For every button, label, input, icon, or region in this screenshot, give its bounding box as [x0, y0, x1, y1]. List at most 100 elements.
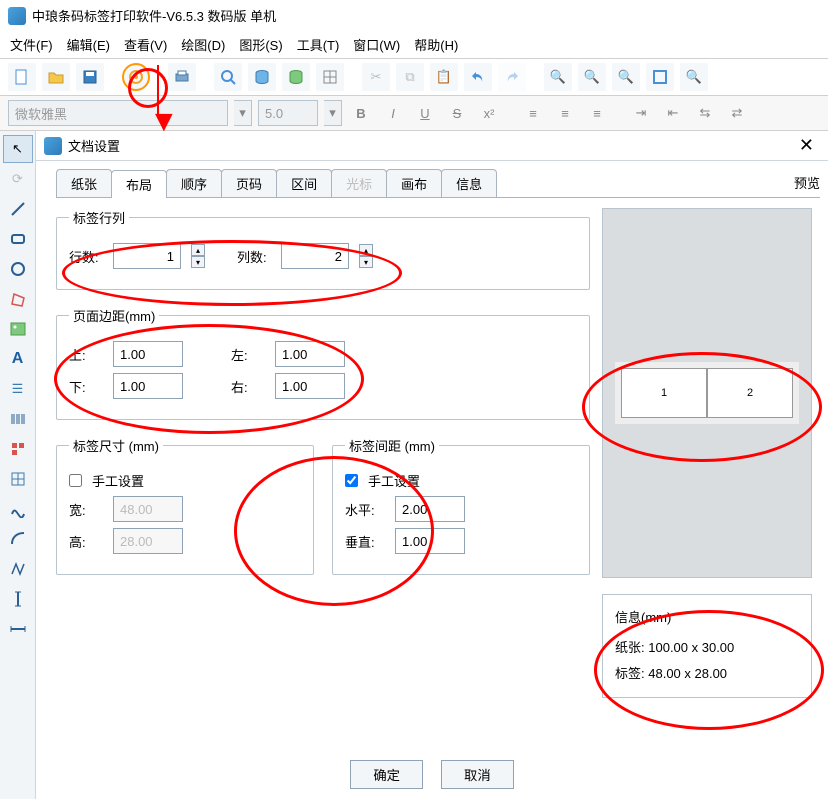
label-spacing-group: 标签间距 (mm) 手工设置 水平: 垂直: [332, 436, 590, 575]
cols-label: 列数: [237, 247, 271, 266]
info-label-label: 标签: [615, 666, 645, 681]
font-combo[interactable]: 微软雅黑 [8, 100, 228, 126]
richtext-tool-icon[interactable]: ☰ [3, 375, 33, 403]
menu-tools[interactable]: 工具(T) [297, 35, 340, 54]
vspacing-input[interactable] [395, 528, 465, 554]
open-icon[interactable] [42, 63, 70, 91]
size-manual-checkbox[interactable] [69, 474, 82, 487]
zoom-sel-icon[interactable]: 🔍 [680, 63, 708, 91]
italic-icon[interactable]: I [380, 100, 406, 126]
tab-canvas[interactable]: 画布 [386, 169, 442, 197]
database-icon[interactable] [248, 63, 276, 91]
arc-tool-icon[interactable] [3, 525, 33, 553]
spacing-manual-checkbox[interactable] [345, 474, 358, 487]
spacing4-icon[interactable]: ⇄ [724, 100, 750, 126]
strike-icon[interactable]: S [444, 100, 470, 126]
redo-icon[interactable] [498, 63, 526, 91]
print-icon[interactable] [168, 63, 196, 91]
cols-input[interactable] [281, 243, 349, 269]
size-combo[interactable]: 5.0 [258, 100, 318, 126]
tab-order[interactable]: 顺序 [166, 169, 222, 197]
fullscreen-icon[interactable] [646, 63, 674, 91]
pointer-tool-icon[interactable]: ↖ [3, 135, 33, 163]
margin-right-label: 右: [231, 377, 265, 396]
doc-settings-icon[interactable] [122, 63, 150, 91]
rect-tool-icon[interactable] [3, 225, 33, 253]
text-tool-icon[interactable]: A [3, 345, 33, 373]
menu-window[interactable]: 窗口(W) [353, 35, 400, 54]
undo-icon[interactable] [464, 63, 492, 91]
cols-spinner[interactable]: ▴▾ [359, 244, 373, 268]
cancel-button[interactable]: 取消 [441, 760, 514, 789]
document-settings-dialog: 文档设置 ✕ 纸张 布局 顺序 页码 区间 光标 画布 信息 预览 标签行列 行… [36, 131, 828, 799]
info-paper-label: 纸张: [615, 640, 645, 655]
height-input[interactable] [113, 528, 183, 554]
data-icon[interactable] [282, 63, 310, 91]
spin-up-icon[interactable]: ▴ [191, 244, 205, 256]
margin-bottom-input[interactable] [113, 373, 183, 399]
paste-icon[interactable]: 📋 [430, 63, 458, 91]
ok-button[interactable]: 确定 [350, 760, 423, 789]
pan-tool-icon[interactable]: ⟳ [3, 165, 33, 193]
menu-shape[interactable]: 图形(S) [239, 35, 282, 54]
dialog-tabs: 纸张 布局 顺序 页码 区间 光标 画布 信息 预览 [56, 169, 820, 198]
align-left-icon[interactable]: ≡ [520, 100, 546, 126]
tab-layout[interactable]: 布局 [111, 170, 167, 198]
menu-draw[interactable]: 绘图(D) [181, 35, 225, 54]
hspacing-input[interactable] [395, 496, 465, 522]
spin-down-icon[interactable]: ▾ [359, 256, 373, 268]
menu-edit[interactable]: 编辑(E) [67, 35, 110, 54]
margin-top-input[interactable] [113, 341, 183, 367]
spin-down-icon[interactable]: ▾ [191, 256, 205, 268]
tab-info[interactable]: 信息 [441, 169, 497, 197]
menu-file[interactable]: 文件(F) [10, 35, 53, 54]
vruler-tool-icon[interactable] [3, 585, 33, 613]
label-spacing-legend: 标签间距 (mm) [345, 436, 439, 455]
copy-icon[interactable]: ⧉ [396, 63, 424, 91]
tab-region[interactable]: 区间 [276, 169, 332, 197]
width-label: 宽: [69, 500, 103, 519]
curve-tool-icon[interactable] [3, 495, 33, 523]
qr-tool-icon[interactable] [3, 435, 33, 463]
hruler-tool-icon[interactable] [3, 615, 33, 643]
align-center-icon[interactable]: ≡ [552, 100, 578, 126]
margin-left-input[interactable] [275, 341, 345, 367]
image-tool-icon[interactable] [3, 315, 33, 343]
line-tool-icon[interactable] [3, 195, 33, 223]
table-tool-icon[interactable] [3, 465, 33, 493]
menu-help[interactable]: 帮助(H) [414, 35, 458, 54]
size-dropdown-icon[interactable]: ▾ [324, 100, 342, 126]
margin-right-input[interactable] [275, 373, 345, 399]
bold-icon[interactable]: B [348, 100, 374, 126]
font-dropdown-icon[interactable]: ▾ [234, 100, 252, 126]
spacing-icon[interactable]: ⇥ [628, 100, 654, 126]
close-icon[interactable]: ✕ [793, 135, 820, 156]
super-icon[interactable]: x² [476, 100, 502, 126]
spacing3-icon[interactable]: ⇆ [692, 100, 718, 126]
main-toolbar: ✂ ⧉ 📋 🔍 🔍 🔍 🔍 [0, 58, 828, 96]
rows-spinner[interactable]: ▴▾ [191, 244, 205, 268]
polygon-tool-icon[interactable] [3, 285, 33, 313]
new-doc-icon[interactable] [8, 63, 36, 91]
tab-cursor[interactable]: 光标 [331, 169, 387, 197]
align-right-icon[interactable]: ≡ [584, 100, 610, 126]
grid-icon[interactable] [316, 63, 344, 91]
tab-page[interactable]: 页码 [221, 169, 277, 197]
spacing2-icon[interactable]: ⇤ [660, 100, 686, 126]
barcode-tool-icon[interactable] [3, 405, 33, 433]
ellipse-tool-icon[interactable] [3, 255, 33, 283]
margins-group: 页面边距(mm) 上: 左: 下: 右: [56, 306, 590, 420]
zoom-icon[interactable] [214, 63, 242, 91]
width-input[interactable] [113, 496, 183, 522]
menu-view[interactable]: 查看(V) [124, 35, 167, 54]
cut-icon[interactable]: ✂ [362, 63, 390, 91]
spin-up-icon[interactable]: ▴ [359, 244, 373, 256]
zoom-in-icon[interactable]: 🔍 [544, 63, 572, 91]
underline-icon[interactable]: U [412, 100, 438, 126]
zoom-out-icon[interactable]: 🔍 [578, 63, 606, 91]
rows-input[interactable] [113, 243, 181, 269]
zoom-fit-icon[interactable]: 🔍 [612, 63, 640, 91]
save-icon[interactable] [76, 63, 104, 91]
tab-paper[interactable]: 纸张 [56, 169, 112, 197]
bezier-tool-icon[interactable] [3, 555, 33, 583]
